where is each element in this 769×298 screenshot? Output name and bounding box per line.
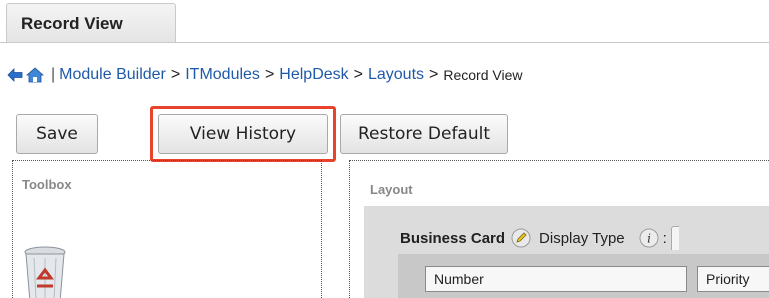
recycle-bin-icon[interactable] [20, 244, 70, 298]
breadcrumb-separator: > [170, 66, 181, 83]
breadcrumb: | Module Builder > ITModules > HelpDesk … [6, 64, 523, 86]
panel-name: Business Card [400, 229, 506, 247]
field-priority[interactable]: Priority [697, 266, 769, 292]
display-type-dropdown[interactable] [670, 226, 679, 250]
display-type-colon: : [662, 229, 667, 247]
breadcrumb-layouts[interactable]: Layouts [368, 66, 424, 84]
breadcrumb-separator: > [353, 66, 363, 83]
svg-text:i: i [647, 232, 651, 246]
tab-record-view[interactable]: Record View [6, 3, 176, 43]
back-arrow-icon[interactable] [6, 66, 24, 84]
breadcrumb-current: Record View [443, 67, 523, 83]
breadcrumb-bar-separator: | [51, 66, 56, 83]
info-icon[interactable]: i [639, 228, 659, 248]
breadcrumb-helpdesk[interactable]: HelpDesk [279, 66, 348, 84]
highlight-box [150, 106, 336, 162]
tab-label: Record View [21, 13, 123, 33]
pencil-icon[interactable] [511, 228, 531, 248]
breadcrumb-itmodules[interactable]: ITModules [185, 66, 260, 84]
restore-default-button[interactable]: Restore Default [340, 114, 508, 154]
tab-divider [0, 42, 769, 43]
breadcrumb-separator: > [429, 66, 439, 83]
panel-header: Business Card Display Type i : [400, 225, 679, 251]
field-number[interactable]: Number [425, 266, 687, 292]
display-type-label: Display Type [539, 229, 625, 247]
toolbox-title: Toolbox [22, 177, 72, 192]
breadcrumb-module-builder[interactable]: Module Builder [59, 66, 166, 84]
save-button[interactable]: Save [16, 114, 98, 154]
home-icon[interactable] [26, 66, 44, 84]
layout-title: Layout [370, 182, 413, 197]
breadcrumb-separator: > [264, 66, 275, 83]
